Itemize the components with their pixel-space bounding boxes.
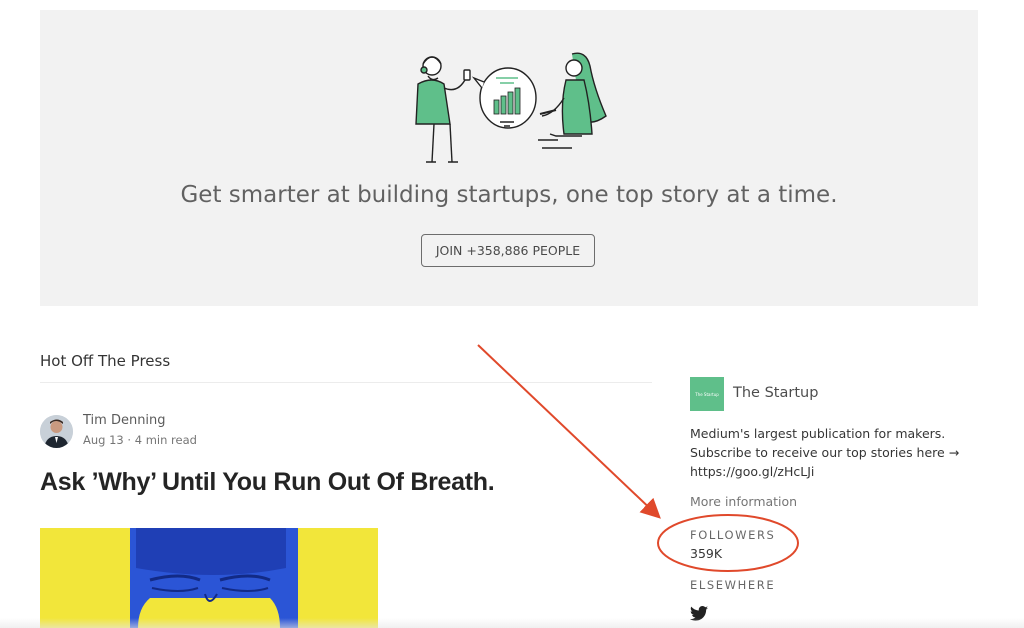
more-information-link[interactable]: More information [690, 494, 797, 509]
article-title[interactable]: Ask ’Why’ Until You Run Out Of Breath. [40, 468, 495, 497]
annotation-circle [657, 514, 799, 572]
section-divider [40, 382, 652, 383]
hero-title: Get smarter at building startups, one to… [180, 182, 838, 208]
bottom-fade [0, 618, 1024, 628]
author-photo [40, 415, 73, 448]
author-name[interactable]: Tim Denning [83, 413, 166, 428]
join-button[interactable]: JOIN +358,886 PEOPLE [421, 234, 595, 267]
article-date: Aug 13 [83, 433, 124, 447]
face-photo [40, 528, 378, 628]
elsewhere-label: ELSEWHERE [690, 578, 776, 592]
publication-name[interactable]: The Startup [733, 385, 818, 401]
section-title[interactable]: Hot Off The Press [40, 352, 170, 370]
meta-separator: · [127, 433, 132, 447]
followers-label: FOLLOWERS [690, 528, 776, 542]
hero-banner: Get smarter at building startups, one to… [40, 10, 978, 306]
publication-description: Medium's largest publication for makers.… [690, 426, 960, 479]
startup-illustration [415, 52, 607, 163]
publication-logo-text: The Startup [695, 391, 719, 397]
article-meta: Aug 13 · 4 min read [83, 433, 197, 447]
article-image[interactable] [40, 528, 378, 628]
annotation-arrow [477, 344, 661, 519]
followers-count[interactable]: 359K [690, 546, 722, 561]
publication-logo[interactable]: The Startup [690, 377, 724, 411]
read-time: 4 min read [134, 433, 197, 447]
avatar[interactable] [40, 415, 73, 448]
